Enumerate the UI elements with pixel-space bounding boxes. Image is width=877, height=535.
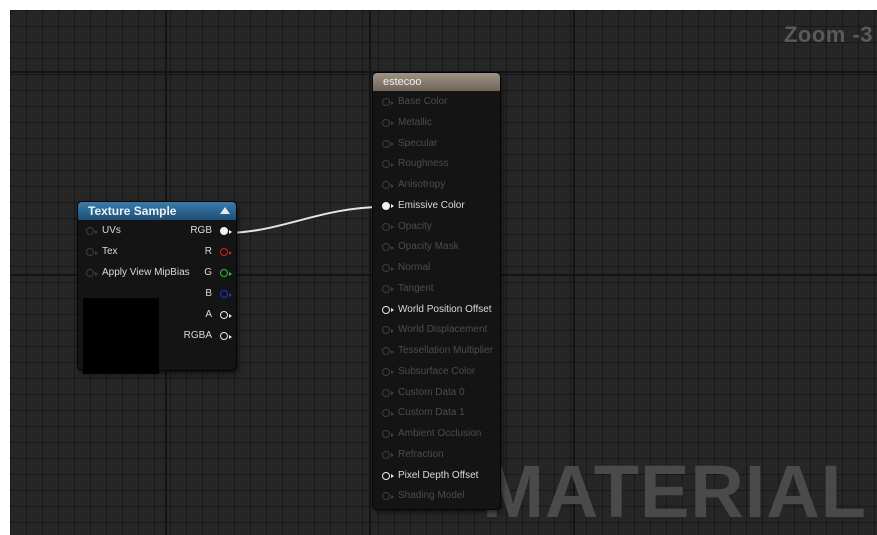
- material-input-pin[interactable]: Anisotropy: [382, 177, 445, 193]
- material-node-title: estecoo: [383, 76, 422, 88]
- material-input-pin[interactable]: Opacity Mask: [382, 239, 459, 255]
- pin-label: A: [205, 309, 212, 320]
- pin-circle-icon[interactable]: [86, 227, 98, 235]
- pin-label: Roughness: [398, 158, 449, 170]
- pin-label: Shading Model: [398, 490, 465, 502]
- pin-label: Ambient Occlusion: [398, 428, 482, 439]
- pin-circle-icon[interactable]: [220, 290, 232, 298]
- material-input-pin[interactable]: Opacity: [382, 219, 432, 235]
- material-input-pin[interactable]: Subsurface Color: [382, 364, 475, 380]
- pin-circle-icon[interactable]: [382, 388, 394, 397]
- material-output-node[interactable]: estecoo Base Color Metallic Specular Roughn…: [373, 73, 500, 509]
- pin-circle-icon[interactable]: [86, 248, 98, 256]
- pin-label: Subsurface Color: [398, 365, 476, 377]
- pin-circle-icon[interactable]: [382, 471, 394, 480]
- material-input-pin[interactable]: Base Color: [382, 94, 447, 110]
- pin-circle-icon[interactable]: [382, 305, 394, 314]
- material-input-pin[interactable]: Custom Data 0: [382, 385, 465, 401]
- pin-circle-icon[interactable]: [382, 222, 394, 231]
- collapse-arrow-icon[interactable]: [220, 207, 230, 214]
- input-pin-tex[interactable]: Tex: [86, 244, 118, 260]
- output-pin-rgba[interactable]: RGBA: [183, 328, 232, 344]
- pin-label: Tessellation Multiplier: [398, 345, 494, 356]
- material-node-header[interactable]: estecoo: [373, 73, 500, 91]
- pin-circle-icon[interactable]: [220, 311, 232, 319]
- pin-circle-icon[interactable]: [382, 201, 394, 210]
- pin-circle-icon[interactable]: [382, 326, 394, 335]
- output-pin-rgb[interactable]: RGB: [190, 223, 232, 239]
- pin-circle-icon[interactable]: [220, 227, 232, 235]
- material-input-pin[interactable]: Refraction: [382, 447, 444, 463]
- material-input-pin[interactable]: Emissive Color: [382, 198, 465, 214]
- pin-label: Tex: [102, 246, 118, 257]
- pin-circle-icon[interactable]: [382, 284, 394, 293]
- material-graph-canvas[interactable]: Zoom -3 MATERIAL Texture Sample UVs Tex …: [10, 10, 877, 535]
- pin-label: Apply View MipBias: [102, 267, 190, 278]
- pin-circle-icon[interactable]: [382, 181, 394, 189]
- pin-circle-icon[interactable]: [382, 264, 394, 272]
- pin-label: Anisotropy: [398, 179, 446, 190]
- input-pin-uvs[interactable]: UVs: [86, 223, 121, 239]
- material-input-pin[interactable]: Tangent: [382, 281, 434, 297]
- pin-circle-icon[interactable]: [382, 409, 394, 418]
- output-pin-g[interactable]: G: [204, 265, 232, 281]
- pin-label: Metallic: [398, 116, 432, 128]
- pin-label: Custom Data 1: [398, 407, 465, 419]
- pin-label: Specular: [398, 137, 438, 149]
- pin-label: B: [205, 288, 212, 299]
- pin-label: Pixel Depth Offset: [398, 469, 479, 481]
- material-input-pin[interactable]: World Displacement: [382, 322, 487, 338]
- pin-circle-icon[interactable]: [382, 118, 394, 127]
- output-pin-r[interactable]: R: [204, 244, 232, 260]
- pin-circle-icon[interactable]: [382, 98, 394, 106]
- pin-label: Base Color: [398, 96, 448, 107]
- pin-label: Opacity Mask: [398, 241, 459, 253]
- pin-circle-icon[interactable]: [220, 332, 232, 340]
- pin-circle-icon[interactable]: [382, 430, 394, 438]
- pin-label: Refraction: [398, 448, 444, 460]
- pin-circle-icon[interactable]: [382, 139, 394, 148]
- pin-circle-icon[interactable]: [382, 243, 394, 252]
- texture-preview-thumbnail: [83, 298, 159, 374]
- texture-sample-node-header[interactable]: Texture Sample: [78, 202, 236, 220]
- material-input-pin[interactable]: Normal: [382, 260, 430, 276]
- pin-circle-icon[interactable]: [382, 160, 394, 169]
- pin-label: R: [204, 246, 212, 257]
- material-input-pin[interactable]: Pixel Depth Offset: [382, 468, 478, 484]
- pin-circle-icon[interactable]: [220, 269, 232, 277]
- material-input-pin[interactable]: Specular: [382, 136, 437, 152]
- output-pin-b[interactable]: B: [205, 286, 232, 302]
- pin-label: Opacity: [398, 220, 432, 232]
- pin-circle-icon[interactable]: [220, 248, 232, 256]
- texture-sample-node-title: Texture Sample: [88, 204, 177, 218]
- pin-label: UVs: [102, 225, 121, 236]
- material-input-pin[interactable]: Shading Model: [382, 488, 465, 504]
- pin-label: Normal: [398, 262, 431, 273]
- material-input-pin[interactable]: Roughness: [382, 156, 449, 172]
- material-input-pin[interactable]: Tessellation Multiplier: [382, 343, 493, 359]
- pin-circle-icon[interactable]: [382, 347, 394, 355]
- material-input-pin[interactable]: Metallic: [382, 115, 432, 131]
- pin-label: RGBA: [183, 330, 212, 341]
- pin-label: Tangent: [398, 282, 434, 294]
- texture-sample-node[interactable]: Texture Sample UVs Tex Apply View MipBia…: [78, 202, 236, 374]
- input-pin-apply-view-mipbias[interactable]: Apply View MipBias: [86, 265, 190, 281]
- pin-label: G: [204, 267, 212, 278]
- pin-circle-icon[interactable]: [382, 492, 394, 501]
- pin-label: World Displacement: [398, 324, 488, 336]
- material-input-pin[interactable]: Ambient Occlusion: [382, 426, 481, 442]
- material-input-pin[interactable]: World Position Offset: [382, 302, 492, 318]
- pin-label: World Position Offset: [398, 303, 492, 315]
- material-input-pin[interactable]: Custom Data 1: [382, 405, 465, 421]
- pin-circle-icon[interactable]: [86, 269, 98, 277]
- pin-circle-icon[interactable]: [382, 367, 394, 376]
- pin-label: Emissive Color: [398, 199, 465, 211]
- output-pin-a[interactable]: A: [205, 307, 232, 323]
- pin-circle-icon[interactable]: [382, 450, 394, 459]
- pin-label: RGB: [190, 225, 212, 236]
- pin-label: Custom Data 0: [398, 386, 465, 398]
